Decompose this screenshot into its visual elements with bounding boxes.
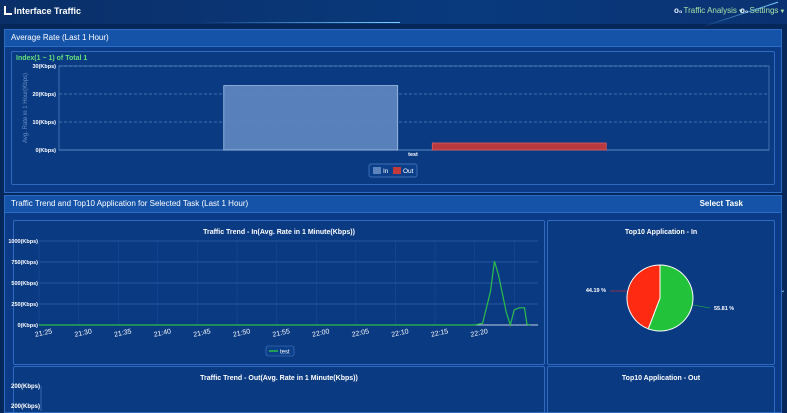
x-tick-label: 21:30 (74, 328, 93, 339)
y-tick-label: 200(Kbps) (11, 384, 40, 390)
y-tick-label: 500(Kbps) (11, 281, 38, 287)
pie-label: 44.19 % (586, 288, 606, 294)
y-tick-label: 1000(Kbps) (8, 239, 38, 245)
y-tick-label: 0(Kbps) (18, 323, 39, 329)
y-tick-label: 750(Kbps) (11, 260, 38, 266)
series-line-test (39, 261, 531, 328)
y-tick-label: 200(Kbps) (11, 404, 40, 410)
x-tick-label: 22:05 (351, 328, 370, 339)
x-tick-label: 21:55 (272, 328, 291, 339)
x-tick-label: 22:20 (470, 328, 489, 339)
x-tick-label: 22:15 (430, 328, 449, 339)
x-tick-label: 21:25 (34, 328, 53, 339)
trend-charts: 0(Kbps) 250(Kbps) 500(Kbps) 750(Kbps) 1000(K… (8, 239, 734, 411)
x-tick-label: 22:10 (391, 328, 410, 339)
x-tick-label: 22:00 (312, 328, 331, 339)
pie-label-line (692, 304, 711, 309)
x-tick-label: 21:45 (193, 328, 212, 339)
x-tick-label: 21:40 (153, 328, 172, 339)
pie-label: 55.81 % (714, 306, 734, 312)
legend-label-test: test (280, 350, 290, 356)
y-tick-label: 250(Kbps) (11, 302, 38, 308)
x-tick-label: 21:50 (232, 328, 251, 339)
x-tick-label: 21:35 (114, 328, 133, 339)
